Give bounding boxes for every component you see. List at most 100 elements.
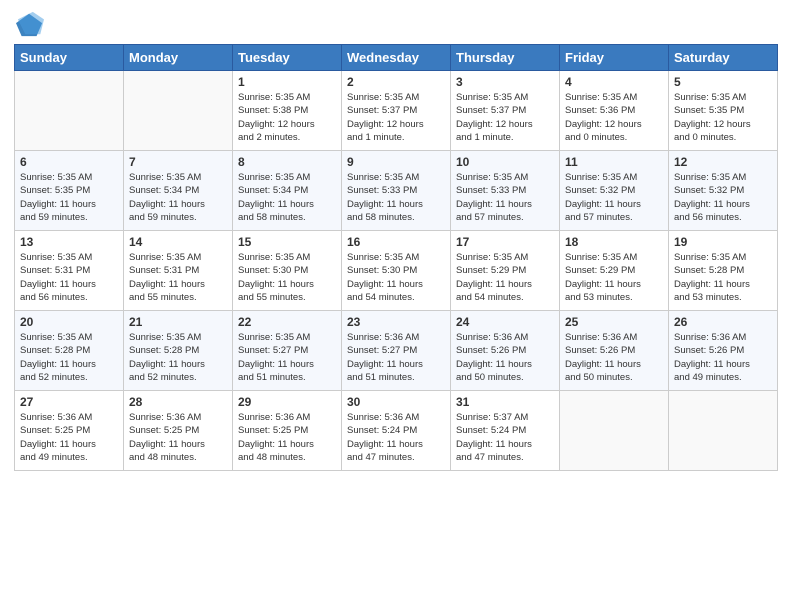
day-info: Sunrise: 5:35 AMSunset: 5:28 PMDaylight:… [674,251,772,304]
header [14,10,778,38]
day-number: 3 [456,75,554,89]
day-info: Sunrise: 5:35 AMSunset: 5:29 PMDaylight:… [456,251,554,304]
day-cell: 10Sunrise: 5:35 AMSunset: 5:33 PMDayligh… [451,151,560,231]
day-number: 19 [674,235,772,249]
day-cell: 8 Sunrise: 5:35 AMSunset: 5:34 PMDaylight… [233,151,342,231]
weekday-friday: Friday [560,45,669,71]
weekday-thursday: Thursday [451,45,560,71]
day-cell: 24Sunrise: 5:36 AMSunset: 5:26 PMDayligh… [451,311,560,391]
day-cell: 31Sunrise: 5:37 AMSunset: 5:24 PMDayligh… [451,391,560,471]
day-cell: 18Sunrise: 5:35 AMSunset: 5:29 PMDayligh… [560,231,669,311]
day-number: 7 [129,155,227,169]
day-info: Sunrise: 5:35 AMSunset: 5:37 PMDaylight:… [347,91,445,144]
day-number: 20 [20,315,118,329]
day-cell: 2Sunrise: 5:35 AMSunset: 5:37 PMDaylight… [342,71,451,151]
day-cell: 14 Sunrise: 5:35 AMSunset: 5:31 PMDayligh… [124,231,233,311]
day-number: 1 [238,75,336,89]
day-cell: 28 Sunrise: 5:36 AMSunset: 5:25 PMDayligh… [124,391,233,471]
day-number: 22 [238,315,336,329]
day-info: Sunrise: 5:36 AMSunset: 5:26 PMDaylight:… [674,331,772,384]
day-info: Sunrise: 5:36 AMSunset: 5:27 PMDaylight:… [347,331,445,384]
day-cell: 23 Sunrise: 5:36 AMSunset: 5:27 PMDayligh… [342,311,451,391]
weekday-sunday: Sunday [15,45,124,71]
day-cell [15,71,124,151]
day-cell: 26 Sunrise: 5:36 AMSunset: 5:26 PMDayligh… [669,311,778,391]
day-cell: 20 Sunrise: 5:35 AMSunset: 5:28 PMDayligh… [15,311,124,391]
day-info: Sunrise: 5:35 AMSunset: 5:27 PMDaylight:… [238,331,336,384]
day-info: Sunrise: 5:35 AMSunset: 5:34 PMDaylight:… [238,171,336,224]
weekday-monday: Monday [124,45,233,71]
day-cell: 11Sunrise: 5:35 AMSunset: 5:32 PMDayligh… [560,151,669,231]
day-cell [560,391,669,471]
day-number: 12 [674,155,772,169]
day-cell: 29 Sunrise: 5:36 AMSunset: 5:25 PMDayligh… [233,391,342,471]
day-info: Sunrise: 5:35 AMSunset: 5:30 PMDaylight:… [238,251,336,304]
day-cell: 1 Sunrise: 5:35 AMSunset: 5:38 PMDaylight… [233,71,342,151]
day-number: 27 [20,395,118,409]
day-number: 16 [347,235,445,249]
day-info: Sunrise: 5:35 AMSunset: 5:30 PMDaylight:… [347,251,445,304]
week-row-1: 1 Sunrise: 5:35 AMSunset: 5:38 PMDaylight… [15,71,778,151]
day-number: 5 [674,75,772,89]
day-number: 28 [129,395,227,409]
logo [14,14,44,38]
day-info: Sunrise: 5:35 AMSunset: 5:32 PMDaylight:… [674,171,772,224]
day-info: Sunrise: 5:36 AMSunset: 5:25 PMDaylight:… [129,411,227,464]
day-number: 21 [129,315,227,329]
day-info: Sunrise: 5:35 AMSunset: 5:38 PMDaylight:… [238,91,336,144]
day-cell: 4 Sunrise: 5:35 AMSunset: 5:36 PMDaylight… [560,71,669,151]
day-number: 29 [238,395,336,409]
day-number: 6 [20,155,118,169]
day-number: 23 [347,315,445,329]
day-cell: 15 Sunrise: 5:35 AMSunset: 5:30 PMDayligh… [233,231,342,311]
day-cell: 21 Sunrise: 5:35 AMSunset: 5:28 PMDayligh… [124,311,233,391]
day-cell: 22 Sunrise: 5:35 AMSunset: 5:27 PMDayligh… [233,311,342,391]
day-cell: 5 Sunrise: 5:35 AMSunset: 5:35 PMDaylight… [669,71,778,151]
day-number: 9 [347,155,445,169]
day-number: 24 [456,315,554,329]
day-info: Sunrise: 5:35 AMSunset: 5:36 PMDaylight:… [565,91,663,144]
day-number: 18 [565,235,663,249]
weekday-header-row: SundayMondayTuesdayWednesdayThursdayFrid… [15,45,778,71]
day-cell: 27 Sunrise: 5:36 AMSunset: 5:25 PMDayligh… [15,391,124,471]
day-cell: 13 Sunrise: 5:35 AMSunset: 5:31 PMDayligh… [15,231,124,311]
day-cell: 12 Sunrise: 5:35 AMSunset: 5:32 PMDayligh… [669,151,778,231]
day-number: 31 [456,395,554,409]
day-number: 25 [565,315,663,329]
day-cell: 6 Sunrise: 5:35 AMSunset: 5:35 PMDaylight… [15,151,124,231]
calendar-table: SundayMondayTuesdayWednesdayThursdayFrid… [14,44,778,471]
weekday-wednesday: Wednesday [342,45,451,71]
day-cell: 7 Sunrise: 5:35 AMSunset: 5:34 PMDaylight… [124,151,233,231]
day-info: Sunrise: 5:35 AMSunset: 5:33 PMDaylight:… [347,171,445,224]
weekday-tuesday: Tuesday [233,45,342,71]
calendar-container: SundayMondayTuesdayWednesdayThursdayFrid… [0,0,792,612]
day-info: Sunrise: 5:35 AMSunset: 5:34 PMDaylight:… [129,171,227,224]
week-row-3: 13 Sunrise: 5:35 AMSunset: 5:31 PMDayligh… [15,231,778,311]
day-info: Sunrise: 5:35 AMSunset: 5:28 PMDaylight:… [20,331,118,384]
day-number: 14 [129,235,227,249]
day-cell: 3 Sunrise: 5:35 AMSunset: 5:37 PMDaylight… [451,71,560,151]
day-number: 4 [565,75,663,89]
week-row-2: 6 Sunrise: 5:35 AMSunset: 5:35 PMDaylight… [15,151,778,231]
day-info: Sunrise: 5:35 AMSunset: 5:32 PMDaylight:… [565,171,663,224]
day-info: Sunrise: 5:35 AMSunset: 5:35 PMDaylight:… [20,171,118,224]
day-number: 17 [456,235,554,249]
day-cell: 17 Sunrise: 5:35 AMSunset: 5:29 PMDayligh… [451,231,560,311]
week-row-5: 27 Sunrise: 5:36 AMSunset: 5:25 PMDayligh… [15,391,778,471]
day-number: 15 [238,235,336,249]
day-info: Sunrise: 5:36 AMSunset: 5:25 PMDaylight:… [20,411,118,464]
day-info: Sunrise: 5:35 AMSunset: 5:28 PMDaylight:… [129,331,227,384]
day-number: 8 [238,155,336,169]
day-info: Sunrise: 5:35 AMSunset: 5:33 PMDaylight:… [456,171,554,224]
week-row-4: 20 Sunrise: 5:35 AMSunset: 5:28 PMDayligh… [15,311,778,391]
day-info: Sunrise: 5:36 AMSunset: 5:25 PMDaylight:… [238,411,336,464]
day-cell: 19 Sunrise: 5:35 AMSunset: 5:28 PMDayligh… [669,231,778,311]
day-info: Sunrise: 5:35 AMSunset: 5:37 PMDaylight:… [456,91,554,144]
day-info: Sunrise: 5:35 AMSunset: 5:31 PMDaylight:… [20,251,118,304]
logo-icon [16,10,44,38]
day-info: Sunrise: 5:35 AMSunset: 5:31 PMDaylight:… [129,251,227,304]
day-info: Sunrise: 5:35 AMSunset: 5:35 PMDaylight:… [674,91,772,144]
day-number: 26 [674,315,772,329]
day-cell: 16 Sunrise: 5:35 AMSunset: 5:30 PMDayligh… [342,231,451,311]
day-number: 13 [20,235,118,249]
